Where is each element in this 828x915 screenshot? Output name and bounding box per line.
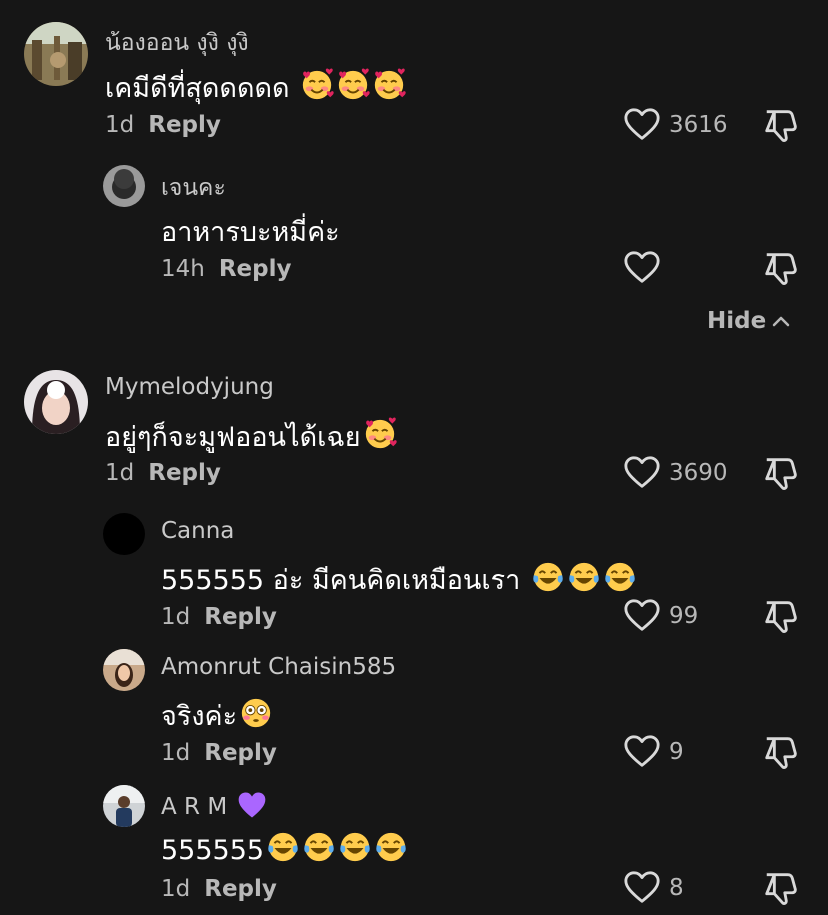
comment-author[interactable]: A R M (161, 790, 267, 820)
thumbs-down-outline-icon (762, 106, 800, 144)
comment-meta: 1d Reply (105, 460, 221, 486)
avatar[interactable] (103, 513, 145, 555)
reply-button[interactable]: Reply (148, 112, 221, 138)
comment-text-body: จริงค่ะ (161, 701, 238, 732)
like-count: 8 (669, 875, 684, 901)
comment-age: 1d (161, 876, 191, 902)
comment-author[interactable]: น้องออน งุงิ งุงิ (105, 25, 249, 61)
reply-button[interactable]: Reply (204, 604, 277, 630)
avatar[interactable] (103, 785, 145, 827)
heart-outline-icon (623, 597, 661, 635)
like-button[interactable] (623, 249, 661, 287)
comment-text: 555555 อ่ะ มีคนคิดเหมือนเรา (161, 558, 637, 601)
like-count: 9 (669, 739, 684, 765)
thumbs-down-outline-icon (762, 869, 800, 907)
comment-meta: 1d Reply (105, 112, 221, 138)
thumbs-down-outline-icon (762, 249, 800, 287)
face-with-tears-of-joy-icon (266, 830, 300, 864)
thumbs-down-outline-icon (762, 454, 800, 492)
face-with-tears-of-joy-icon (374, 830, 408, 864)
avatar[interactable] (103, 165, 145, 207)
dislike-button[interactable] (762, 869, 800, 911)
face-with-tears-of-joy-icon (603, 560, 637, 594)
dislike-button[interactable] (762, 597, 800, 639)
reply-button[interactable]: Reply (148, 460, 221, 486)
flushed-face-icon (239, 696, 273, 730)
heart-outline-icon (623, 733, 661, 771)
like-count: 99 (669, 603, 699, 629)
comment-text-body: อยู่ๆก็จะมูฟออนได้เฉย (105, 422, 361, 453)
comment-meta: 14h Reply (161, 256, 292, 282)
comment-text-body: เคมีดีที่สุดดดดด (105, 73, 290, 104)
dislike-button[interactable] (762, 249, 800, 291)
comment-text: เคมีดีที่สุดดดดด (105, 66, 406, 109)
like-button[interactable]: 3616 (623, 106, 728, 144)
comment-age: 1d (161, 604, 191, 630)
comment-author[interactable]: Amonrut Chaisin585 (161, 654, 396, 680)
heart-outline-icon (623, 249, 661, 287)
comment-meta: 1d Reply (161, 876, 277, 902)
reply-button[interactable]: Reply (204, 740, 277, 766)
like-button[interactable]: 3690 (623, 454, 728, 492)
comment-author[interactable]: เจนคะ (161, 170, 226, 206)
purple-heart-icon (237, 790, 267, 820)
comment-text: อยู่ๆก็จะมูฟออนได้เฉย (105, 415, 397, 458)
like-button[interactable]: 8 (623, 869, 684, 907)
chevron-up-icon (772, 316, 790, 327)
like-button[interactable]: 9 (623, 733, 684, 771)
smiling-face-hearts-icon (300, 68, 334, 102)
like-button[interactable]: 99 (623, 597, 698, 635)
comment-age: 1d (161, 740, 191, 766)
face-with-tears-of-joy-icon (338, 830, 372, 864)
comment-text-body: 555555 (161, 835, 265, 866)
comment-author[interactable]: Canna (161, 518, 234, 544)
heart-outline-icon (623, 869, 661, 907)
smiling-face-hearts-icon (336, 68, 370, 102)
heart-outline-icon (623, 454, 661, 492)
comment-age: 1d (105, 112, 135, 138)
comment-text: อาหารบะหมี่ค่ะ (161, 217, 340, 248)
reply-button[interactable]: Reply (204, 876, 277, 902)
dislike-button[interactable] (762, 454, 800, 496)
smiling-face-hearts-icon (372, 68, 406, 102)
heart-outline-icon (623, 106, 661, 144)
hide-label: Hide (707, 308, 767, 334)
comment-text: จริงค่ะ (161, 694, 273, 737)
avatar[interactable] (24, 22, 88, 86)
like-count: 3616 (669, 112, 728, 138)
comment-author[interactable]: Mymelodyjung (105, 374, 274, 400)
comment-age: 14h (161, 256, 205, 282)
smiling-face-hearts-icon (363, 417, 397, 451)
face-with-tears-of-joy-icon (302, 830, 336, 864)
comment-meta: 1d Reply (161, 604, 277, 630)
comment-text-body: 555555 อ่ะ มีคนคิดเหมือนเรา (161, 565, 529, 596)
thumbs-down-outline-icon (762, 733, 800, 771)
hide-replies-button[interactable]: Hide (707, 308, 792, 334)
thumbs-down-outline-icon (762, 597, 800, 635)
like-count: 3690 (669, 460, 728, 486)
face-with-tears-of-joy-icon (531, 560, 565, 594)
comment-author-name: A R M (161, 794, 228, 820)
avatar[interactable] (103, 649, 145, 691)
reply-button[interactable]: Reply (219, 256, 292, 282)
avatar[interactable] (24, 370, 88, 434)
comment-text: 555555 (161, 830, 408, 866)
comment-age: 1d (105, 460, 135, 486)
face-with-tears-of-joy-icon (567, 560, 601, 594)
comment-meta: 1d Reply (161, 740, 277, 766)
dislike-button[interactable] (762, 733, 800, 775)
dislike-button[interactable] (762, 106, 800, 148)
